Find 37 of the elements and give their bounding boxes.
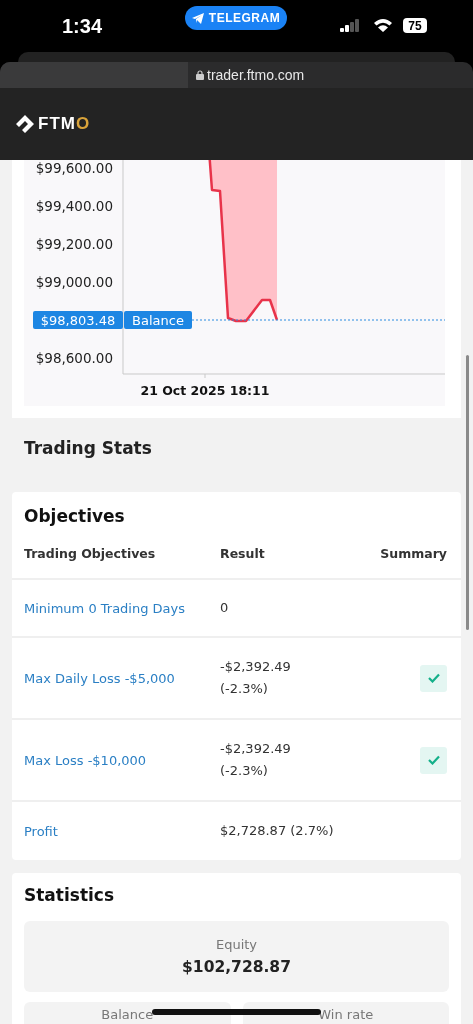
- url-text[interactable]: trader.ftmo.com: [207, 67, 305, 83]
- column-header: Summary: [380, 545, 447, 561]
- column-header: Trading Objectives: [24, 545, 157, 561]
- signal-icon: [340, 19, 362, 32]
- objective-link[interactable]: Max Daily Loss -$5,000: [24, 670, 220, 686]
- result-text: 0: [220, 599, 230, 617]
- balance-value-tag: $98,803.48: [33, 311, 123, 329]
- equity-value: $102,728.87: [182, 958, 291, 976]
- clock-time: 1:34: [62, 15, 103, 38]
- y-axis-label: $99,400.00: [35, 198, 113, 214]
- y-axis-label: $99,600.00: [35, 160, 113, 176]
- battery-level: 75: [403, 18, 427, 33]
- wifi-icon: [373, 18, 393, 32]
- equity-label: Equity: [215, 937, 258, 952]
- browser-tab[interactable]: [0, 62, 188, 88]
- ftmo-logo[interactable]: FTMO: [16, 114, 91, 134]
- card-title: Statistics: [24, 884, 116, 907]
- lock-icon: [196, 70, 204, 80]
- y-axis-label: $99,000.00: [35, 274, 113, 290]
- paper-plane-icon: [191, 12, 204, 24]
- objective-link[interactable]: Minimum 0 Trading Days: [24, 600, 220, 616]
- y-axis-label: $98,600.00: [35, 350, 113, 366]
- stat-label: Balance: [101, 1007, 154, 1024]
- objective-link[interactable]: Max Loss -$10,000: [24, 752, 220, 768]
- stat-label: Win rate: [318, 1007, 374, 1024]
- back-to-app-button[interactable]: TELEGRAM: [185, 6, 287, 30]
- scrollbar[interactable]: [466, 355, 469, 630]
- section-heading: Trading Stats: [24, 438, 153, 458]
- result-text: -$2,392.49 (-2.3%): [220, 740, 292, 780]
- y-axis-label: $99,200.00: [35, 236, 113, 252]
- x-axis-label: 21 Oct 2025 18:11: [140, 383, 270, 398]
- result-text: $2,728.87 (2.7%): [220, 822, 335, 840]
- objective-link[interactable]: Profit: [24, 823, 220, 839]
- card-title: Objectives: [23, 505, 126, 528]
- balance-label-tag: Balance: [124, 311, 192, 329]
- result-text: -$2,392.49 (-2.3%): [220, 658, 292, 698]
- home-indicator[interactable]: [152, 1009, 321, 1015]
